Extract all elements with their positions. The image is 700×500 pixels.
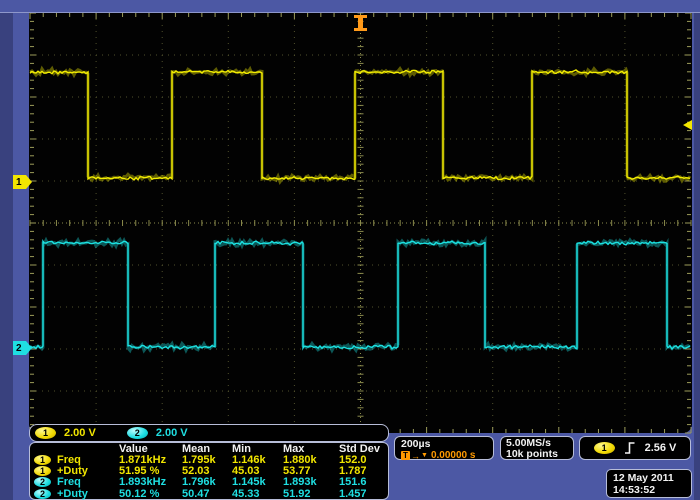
trigger-source-badge: 1 [594,442,615,454]
channel-scale-bar: 1 2.00 V 2 2.00 V [29,424,389,442]
channel2-scale: 2.00 V [156,427,188,439]
channel1-badge: 1 [34,455,51,465]
channel1-badge: 1 [35,427,56,439]
trigger-point-t-icon [354,15,367,31]
measurement-table: Value Mean Min Max Std Dev 1 Freq1.871kH… [29,442,389,500]
trigger-readout: 1 2.56 V [579,436,691,460]
rising-edge-icon [624,441,636,455]
channel2-badge: 2 [34,489,51,499]
record-length: 10k points [506,449,573,460]
acquisition-readout: 5.00MS/s 10k points [500,436,574,460]
date-label: 12 May 2011 [613,472,691,484]
table-row: 2 +Duty50.12 % 50.4745.33 51.921.457 [34,489,388,500]
timebase-readout: 200µs T → ▼ 0.00000 s [394,436,494,460]
trigger-level-value: 2.56 V [645,442,677,454]
channel2-badge: 2 [127,427,148,439]
datetime-readout: 12 May 2011 14:53:52 [606,469,692,498]
bezel-left [0,0,13,500]
time-label: 14:53:52 [613,484,691,496]
trigger-position-value: 0.00000 s [431,450,476,461]
topbar-divider [0,12,700,13]
table-row: 2 Freq1.893kHz 1.796k1.145k 1.893k151.6 [34,477,388,488]
waveform-display-area [29,13,692,433]
channel1-scale: 2.00 V [64,427,96,439]
channel2-badge: 2 [34,477,51,487]
oscilloscope-screen: Tek Stop 1 2 1 2.00 V 2 2.00 V Value Mea… [0,0,700,500]
arrow-right-icon: → [411,451,420,461]
bezel-right [694,0,700,500]
timebase-t-icon: T [401,451,410,460]
timebase-scale: 200µs [401,438,493,450]
trigger-position-readout: T → ▼ 0.00000 s [401,450,493,461]
arrow-down-icon: ▼ [421,452,428,459]
channel1-badge: 1 [34,466,51,476]
